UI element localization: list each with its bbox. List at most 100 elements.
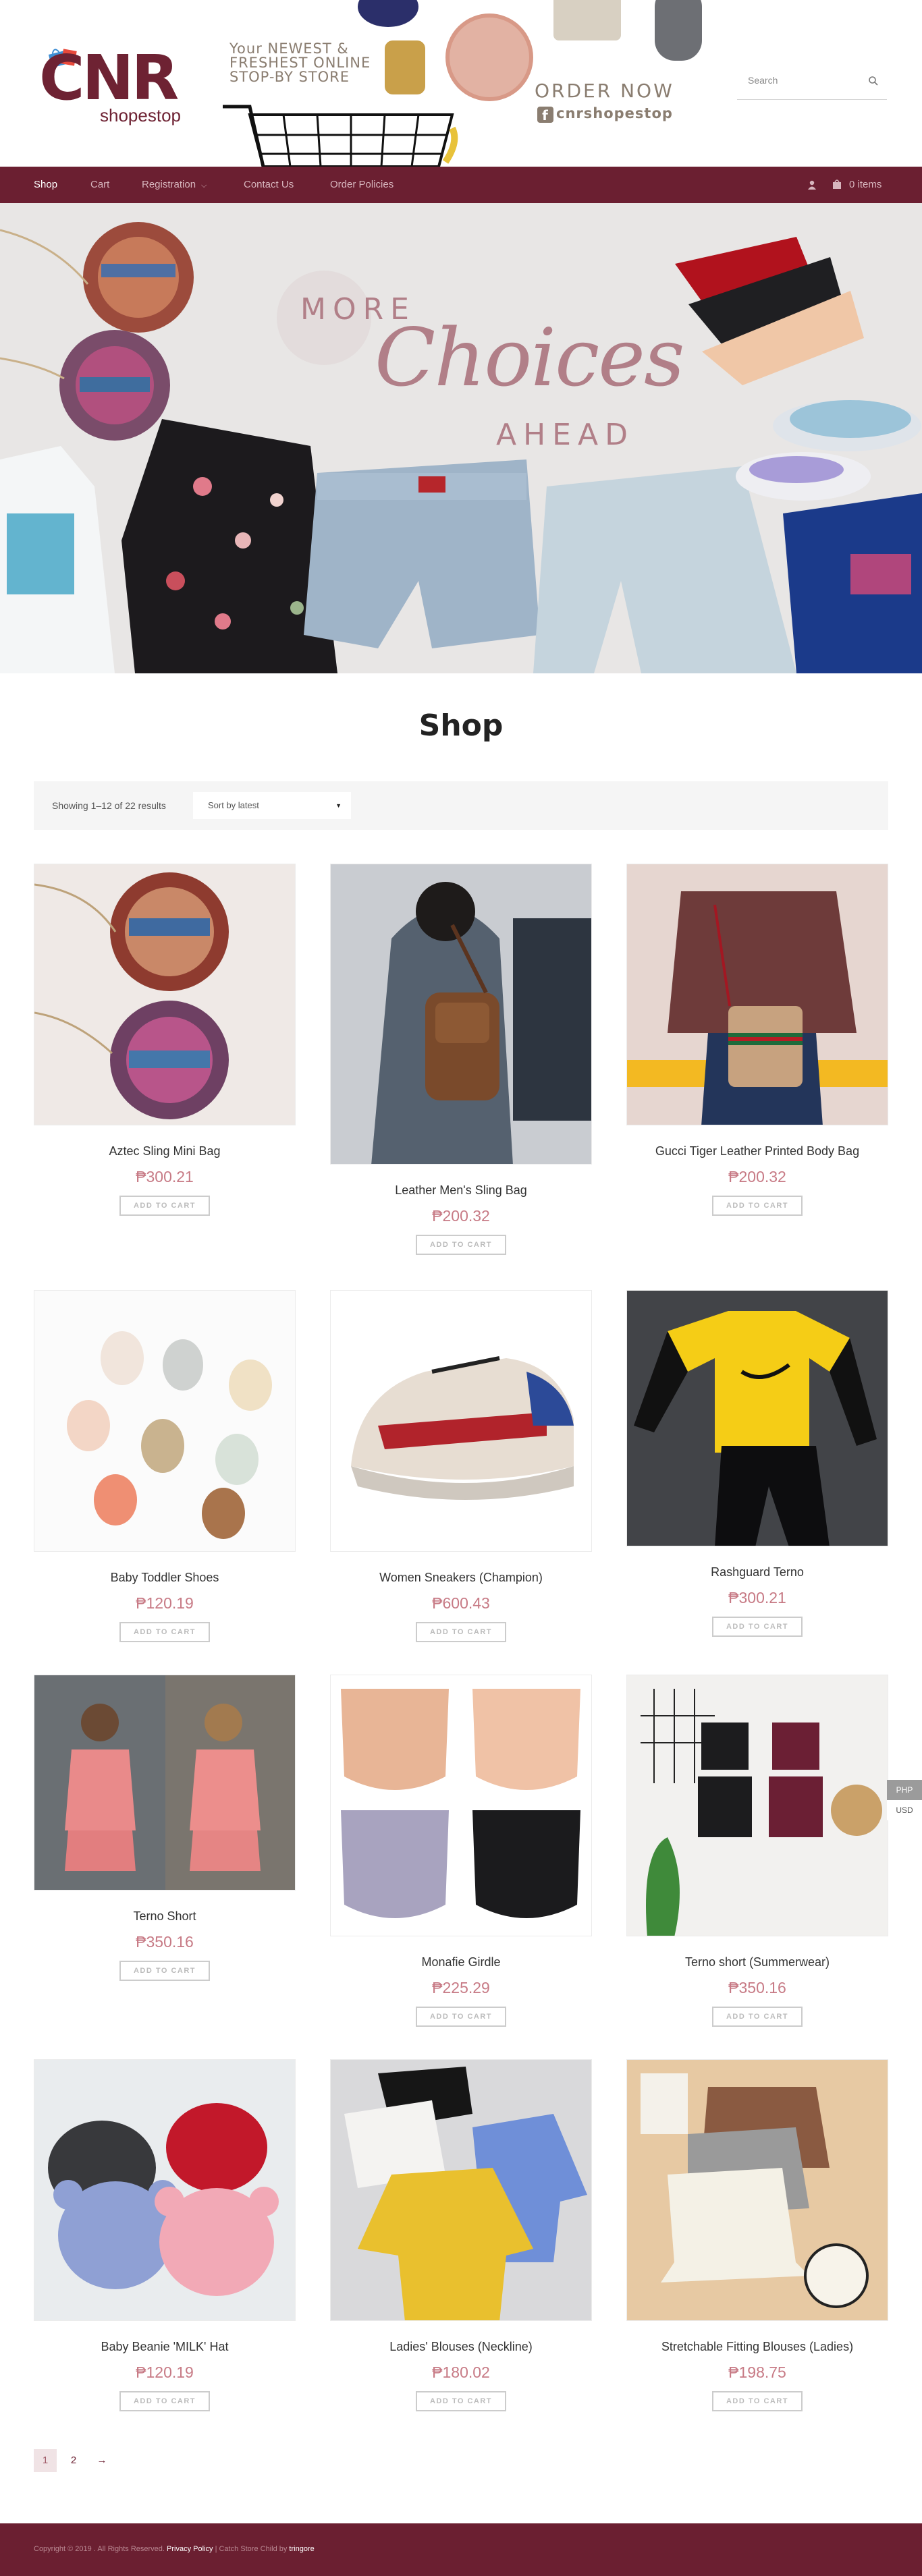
chevron-down-icon: ⌵ [201,181,207,190]
footer-copyright: Copyright © 2019 . All Rights Reserved. … [34,2545,315,2553]
add-to-cart-button[interactable]: Add to cart [712,1196,803,1216]
product-card[interactable]: Terno Short ₱350.16 Add to cart [34,1675,296,1981]
product-image[interactable] [330,2059,592,2321]
sort-select[interactable]: Sort by latest ▼ [193,792,351,819]
product-name[interactable]: Baby Beanie 'MILK' Hat [34,2340,296,2354]
currency-switcher: PHP USD [887,1780,922,1820]
backpack-image [655,0,702,61]
product-name[interactable]: Terno short (Summerwear) [626,1955,888,1969]
order-now-text: ORDER NOW [535,80,674,102]
sneakers-photo-icon [331,1291,591,1551]
product-price: ₱600.43 [432,1594,490,1612]
add-to-cart-button[interactable]: Add to cart [712,2391,803,2411]
product-name[interactable]: Rashguard Terno [626,1565,888,1579]
add-to-cart-button[interactable]: Add to cart [119,1961,210,1981]
page-2[interactable]: 2 [62,2449,85,2472]
nav-item-registration[interactable]: Registration ⌵ [142,167,207,203]
product-card[interactable]: Baby Beanie 'MILK' Hat ₱120.19 Add to ca… [34,2059,296,2411]
page-title: Shop [418,708,504,743]
product-image[interactable] [330,1675,592,1936]
theme-author-link[interactable]: tringore [289,2545,314,2553]
nav-item-shop[interactable]: Shop [34,167,57,203]
add-to-cart-button[interactable]: Add to cart [416,2007,506,2027]
site-logo[interactable]: CNR shopestop [39,46,201,127]
product-name[interactable]: Baby Toddler Shoes [34,1571,296,1585]
add-to-cart-button[interactable]: Add to cart [712,2007,803,2027]
terno-short-photo-icon [34,1675,295,1890]
cart-count: 0 items [849,179,882,190]
logo-subtext: shopestop [100,105,181,125]
logo-text: CNR [39,42,179,114]
product-image[interactable] [330,864,592,1165]
add-to-cart-button[interactable]: Add to cart [119,2391,210,2411]
tagline-line: STOP-BY STORE [229,69,350,85]
product-card[interactable]: Stretchable Fitting Blouses (Ladies) ₱19… [626,2059,888,2411]
add-to-cart-button[interactable]: Add to cart [119,1622,210,1642]
product-image[interactable] [34,2059,296,2321]
add-to-cart-button[interactable]: Add to cart [416,1235,506,1255]
gucci-bag-photo-icon [627,864,888,1125]
round-bag-image [445,13,533,101]
site-header: CNR shopestop Your NEWEST & FRESHEST ONL… [0,0,922,167]
hero-heading-ahead: AHEAD [496,418,634,452]
hero-heading-choices: Choices [375,311,685,404]
next-page-arrow-icon[interactable]: → [90,2449,113,2472]
product-image[interactable] [626,2059,888,2321]
blouses-photo-icon [331,2060,591,2320]
product-card[interactable]: Leather Men's Sling Bag ₱200.32 Add to c… [330,864,592,1255]
product-name[interactable]: Terno Short [34,1909,296,1924]
add-to-cart-button[interactable]: Add to cart [416,1622,506,1642]
product-name[interactable]: Monafie Girdle [330,1955,592,1969]
search-input[interactable] [737,67,865,93]
product-name[interactable]: Ladies' Blouses (Neckline) [330,2340,592,2354]
product-name[interactable]: Aztec Sling Mini Bag [34,1144,296,1158]
theme-credit-text: | Catch Store Child by [213,2545,290,2553]
shorts-image [553,0,621,40]
product-name[interactable]: Stretchable Fitting Blouses (Ladies) [626,2340,888,2354]
product-card[interactable]: Aztec Sling Mini Bag ₱300.21 Add to cart [34,864,296,1216]
product-price: ₱120.19 [136,1594,194,1612]
nav-item-order-policies[interactable]: Order Policies [330,167,394,203]
product-card[interactable]: Monafie Girdle ₱225.29 Add to cart [330,1675,592,2027]
privacy-policy-link[interactable]: Privacy Policy [167,2545,213,2553]
product-image[interactable] [626,1290,888,1546]
currency-php[interactable]: PHP [887,1780,922,1800]
cart-bag-icon [833,179,841,189]
add-to-cart-button[interactable]: Add to cart [416,2391,506,2411]
user-icon[interactable] [807,179,817,190]
product-price: ₱200.32 [432,1207,490,1225]
product-image[interactable] [34,1675,296,1891]
product-name[interactable]: Gucci Tiger Leather Printed Body Bag [626,1144,888,1158]
search-icon[interactable] [868,76,879,86]
product-card[interactable]: Women Sneakers (Champion) ₱600.43 Add to… [330,1290,592,1642]
product-price: ₱350.16 [728,1979,786,1996]
add-to-cart-button[interactable]: Add to cart [712,1617,803,1637]
nav-item-contact-us[interactable]: Contact Us [244,167,294,203]
aztec-bag-photo-icon [34,864,295,1125]
product-image[interactable] [34,864,296,1125]
add-to-cart-button[interactable]: Add to cart [119,1196,210,1216]
product-card[interactable]: Baby Toddler Shoes ₱120.19 Add to cart [34,1290,296,1642]
product-name[interactable]: Leather Men's Sling Bag [330,1183,592,1198]
result-count: Showing 1–12 of 22 results [52,800,166,811]
product-card[interactable]: Gucci Tiger Leather Printed Body Bag ₱20… [626,864,888,1216]
hero-products-collage [0,222,922,673]
product-card[interactable]: Ladies' Blouses (Neckline) ₱180.02 Add t… [330,2059,592,2411]
product-price: ₱225.29 [432,1979,490,1996]
product-image[interactable] [626,864,888,1125]
product-image[interactable] [330,1290,592,1552]
product-name[interactable]: Women Sneakers (Champion) [330,1571,592,1585]
product-image[interactable] [626,1675,888,1936]
watch-image [385,40,425,94]
shop-toolbar: Showing 1–12 of 22 results Sort by lates… [34,781,888,830]
main-nav: Shop Cart Registration ⌵ Contact Us Order… [0,167,922,203]
facebook-handle[interactable]: f cnrshopestop [537,105,673,123]
nav-item-cart[interactable]: Cart [90,167,109,203]
currency-usd[interactable]: USD [887,1800,922,1820]
site-footer: Copyright © 2019 . All Rights Reserved. … [0,2523,922,2576]
product-card[interactable]: Rashguard Terno ₱300.21 Add to cart [626,1290,888,1637]
mini-cart[interactable]: 0 items [832,167,882,203]
product-card[interactable]: Terno short (Summerwear) ₱350.16 Add to … [626,1675,888,2027]
page-1: 1 [34,2449,57,2472]
product-image[interactable] [34,1290,296,1552]
